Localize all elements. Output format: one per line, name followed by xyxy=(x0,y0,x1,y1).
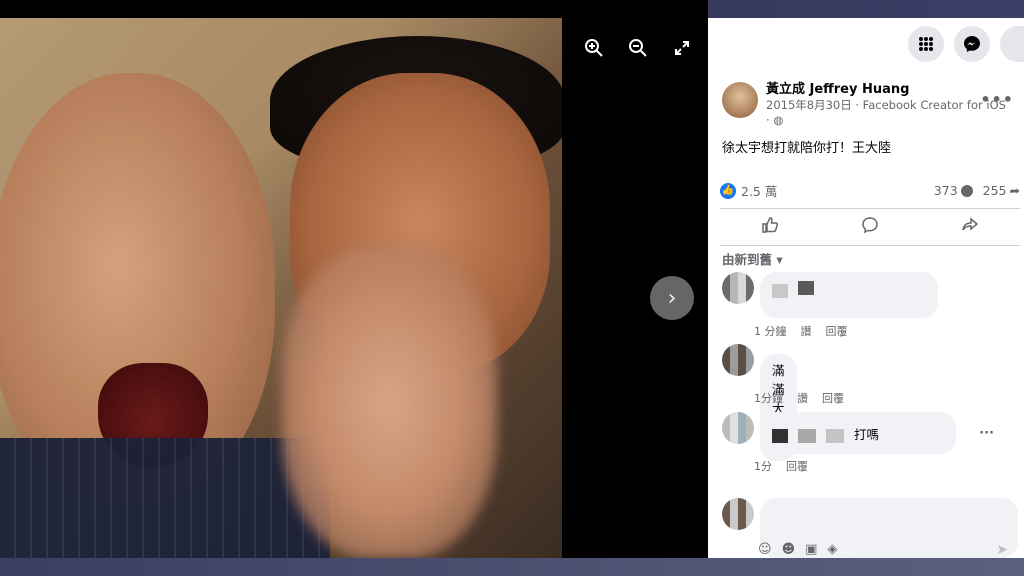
share-button[interactable] xyxy=(961,216,979,239)
zoom-out-icon[interactable] xyxy=(626,36,650,60)
comment-stat[interactable]: 373 xyxy=(934,183,973,198)
commenter-avatar[interactable] xyxy=(722,412,754,444)
comment-time[interactable]: 1分 xyxy=(754,458,772,474)
post-date: 2015年8月30日 · Facebook Creator for iOS · … xyxy=(766,98,1012,128)
comment-time[interactable]: 1分鐘 xyxy=(754,390,783,406)
next-photo-button[interactable]: › xyxy=(650,276,694,320)
window-bottom-band xyxy=(0,558,1024,576)
pixelated-text xyxy=(772,284,788,298)
comment-time[interactable]: 1 分鐘 xyxy=(754,323,787,339)
my-avatar xyxy=(722,498,754,530)
comment-text: 打嗎 xyxy=(853,427,879,442)
messenger-icon[interactable] xyxy=(954,26,990,62)
sticker-icon[interactable]: ◈ xyxy=(827,542,837,557)
comment-bubble: 打嗎 xyxy=(760,412,956,454)
pixelated-text xyxy=(772,428,788,443)
chevron-right-icon: › xyxy=(667,285,677,311)
comment-reply[interactable]: 回覆 xyxy=(822,390,844,406)
account-button[interactable] xyxy=(1000,26,1024,62)
photo-viewer: › xyxy=(0,0,708,576)
avatar-sticker-icon[interactable]: ☺ xyxy=(758,542,772,557)
emoji-icon[interactable]: ☻ xyxy=(782,542,796,557)
post-header: 黃立成 Jeffrey Huang 2015年8月30日 · Facebook … xyxy=(722,82,1012,128)
send-icon[interactable]: ➤ xyxy=(996,542,1008,558)
commenter-avatar[interactable] xyxy=(722,272,754,304)
viewer-controls xyxy=(582,36,694,60)
comment-sort[interactable]: 由新到舊 ▾ xyxy=(722,249,783,268)
fullscreen-icon[interactable] xyxy=(670,36,694,60)
like-reaction-icon: 👍 xyxy=(720,182,736,199)
comment-reply[interactable]: 回覆 xyxy=(786,458,808,474)
comment-reply[interactable]: 回覆 xyxy=(826,323,848,339)
comment-like[interactable]: 讚 xyxy=(801,323,812,339)
gif-icon[interactable]: ▣ xyxy=(805,542,817,557)
composer-tools: ☺ ☻ ▣ ◈ xyxy=(758,542,837,557)
sort-label: 由新到舊 xyxy=(722,252,773,267)
comment-meta: 1分鐘 讚 回覆 xyxy=(754,390,844,406)
like-button[interactable] xyxy=(761,216,779,239)
zoom-in-icon[interactable] xyxy=(582,36,606,60)
comment-button[interactable] xyxy=(861,216,879,239)
share-count: 255 xyxy=(982,183,1007,198)
share-arrow-icon: ➦ xyxy=(1009,183,1020,198)
comment-like[interactable]: 讚 xyxy=(797,390,808,406)
post-date-text[interactable]: 2015年8月30日 · Facebook Creator for iOS · xyxy=(766,98,1006,127)
pixelated-text xyxy=(797,428,816,443)
pixelated-text xyxy=(825,428,844,443)
comment-bubble-icon xyxy=(960,184,973,197)
blurred-hand xyxy=(282,248,497,558)
post-text: 徐太宇想打就陪你打！王大陸 xyxy=(722,141,892,156)
commenter-avatar[interactable] xyxy=(722,344,754,376)
post-panel: 黃立成 Jeffrey Huang 2015年8月30日 · Facebook … xyxy=(708,18,1024,558)
comment-meta: 1分 回覆 xyxy=(754,458,808,474)
post-actions xyxy=(720,208,1020,246)
comment-bubble xyxy=(760,272,938,318)
pixelated-text xyxy=(797,281,814,295)
reaction-bar: 👍 2.5 萬 373 255 ➦ xyxy=(720,181,1020,200)
top-bar xyxy=(708,18,1024,70)
reaction-count[interactable]: 2.5 萬 xyxy=(741,181,777,200)
comment-meta: 1 分鐘 讚 回覆 xyxy=(754,323,848,339)
globe-icon: ◍ xyxy=(773,113,784,127)
comment-count: 373 xyxy=(933,183,958,198)
grid-menu-icon[interactable] xyxy=(908,26,944,62)
post-photo[interactable] xyxy=(0,18,562,558)
caret-down-icon: ▾ xyxy=(776,252,783,267)
more-options-icon[interactable]: ••• xyxy=(980,90,1014,109)
comment-more-icon[interactable]: ··· xyxy=(979,426,994,441)
author-avatar[interactable] xyxy=(722,82,758,118)
photo-shirt xyxy=(0,438,330,558)
share-stat[interactable]: 255 ➦ xyxy=(983,183,1020,198)
author-name[interactable]: 黃立成 Jeffrey Huang xyxy=(766,82,1012,98)
